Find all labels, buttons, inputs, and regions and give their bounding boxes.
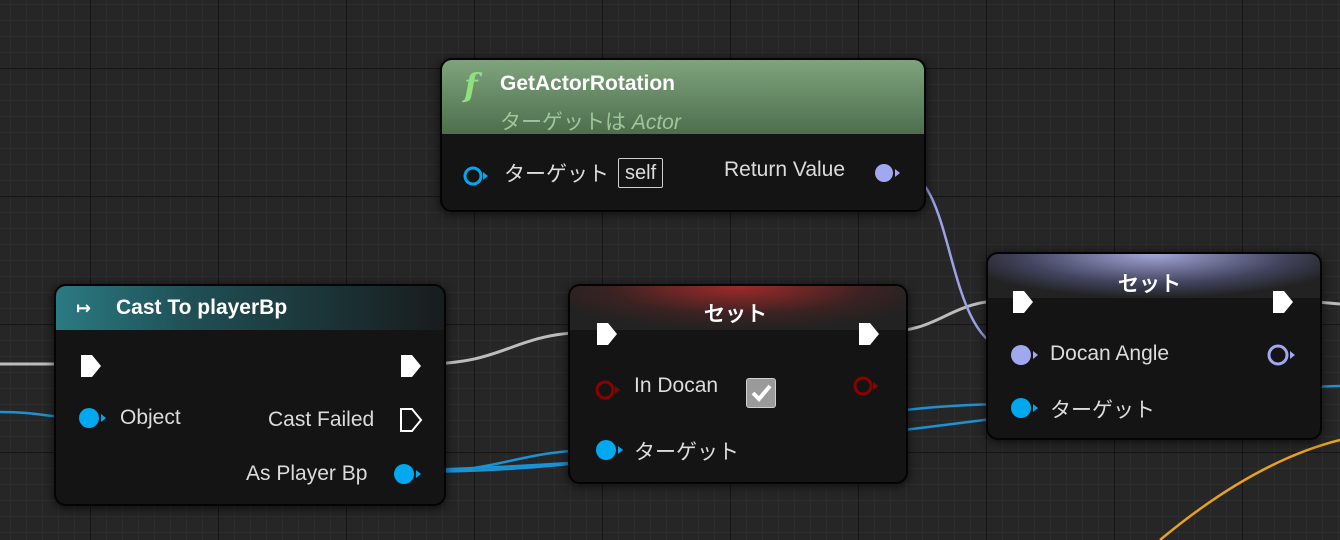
docan-angle-pin-icon[interactable] — [1008, 342, 1042, 368]
node-title: セット — [1118, 273, 1181, 296]
node-title: Cast To playerBp — [116, 296, 288, 319]
cast-failed-pin-icon[interactable] — [398, 406, 424, 434]
target-pin-label: ターゲット — [504, 163, 609, 186]
subtitle-prefix: ターゲットは — [500, 111, 626, 134]
subtitle-class: Actor — [631, 111, 681, 134]
node-get-actor-rotation[interactable]: f GetActorRotation ターゲットは Actor ターゲット se… — [440, 58, 926, 212]
node-set-in-docan[interactable]: セット In Docan ターゲット — [568, 284, 908, 484]
object-pin-label: Object — [120, 406, 181, 429]
docan-angle-out-pin-icon[interactable] — [1266, 342, 1298, 368]
in-docan-pin-icon[interactable] — [594, 378, 624, 402]
target-pin-icon[interactable] — [462, 164, 490, 188]
checkmark-icon — [751, 384, 772, 402]
in-docan-label: In Docan — [634, 374, 719, 397]
cast-failed-label: Cast Failed — [268, 408, 375, 431]
exec-in-pin-icon[interactable] — [78, 352, 104, 380]
node-header: f GetActorRotation ターゲットは Actor — [442, 60, 924, 134]
exec-in-pin-icon[interactable] — [594, 320, 620, 348]
function-icon: f — [464, 66, 478, 104]
cast-icon: ↦ — [76, 298, 92, 318]
node-header: ↦ Cast To playerBp — [56, 286, 444, 330]
target-pin-icon[interactable] — [592, 436, 626, 464]
exec-out-pin-icon[interactable] — [398, 352, 424, 380]
object-pin-icon[interactable] — [76, 404, 108, 432]
target-default-self[interactable]: self — [618, 158, 664, 188]
as-player-bp-label: As Player Bp — [246, 462, 368, 485]
return-value-label: Return Value — [724, 158, 846, 181]
docan-angle-label: Docan Angle — [1050, 342, 1170, 365]
node-subtitle: ターゲットは Actor — [500, 106, 681, 136]
in-docan-checkbox[interactable] — [746, 378, 776, 408]
node-title: GetActorRotation — [500, 72, 675, 95]
return-value-pin-icon[interactable] — [872, 160, 904, 186]
exec-out-pin-icon[interactable] — [856, 320, 882, 348]
target-pin-label: ターゲット — [1050, 399, 1155, 422]
exec-out-pin-icon[interactable] — [1270, 288, 1296, 316]
target-pin-label: ターゲット — [634, 441, 739, 464]
target-pin-icon[interactable] — [1008, 394, 1042, 422]
in-docan-out-pin-icon[interactable] — [852, 374, 882, 398]
node-title: セット — [704, 303, 767, 326]
as-player-bp-pin-icon[interactable] — [390, 460, 424, 488]
node-cast-to-player-bp[interactable]: ↦ Cast To playerBp Object Cast Failed As… — [54, 284, 446, 506]
node-set-docan-angle[interactable]: セット Docan Angle ターゲット — [986, 252, 1322, 440]
float-wire — [1159, 438, 1340, 540]
exec-in-pin-icon[interactable] — [1010, 288, 1036, 316]
